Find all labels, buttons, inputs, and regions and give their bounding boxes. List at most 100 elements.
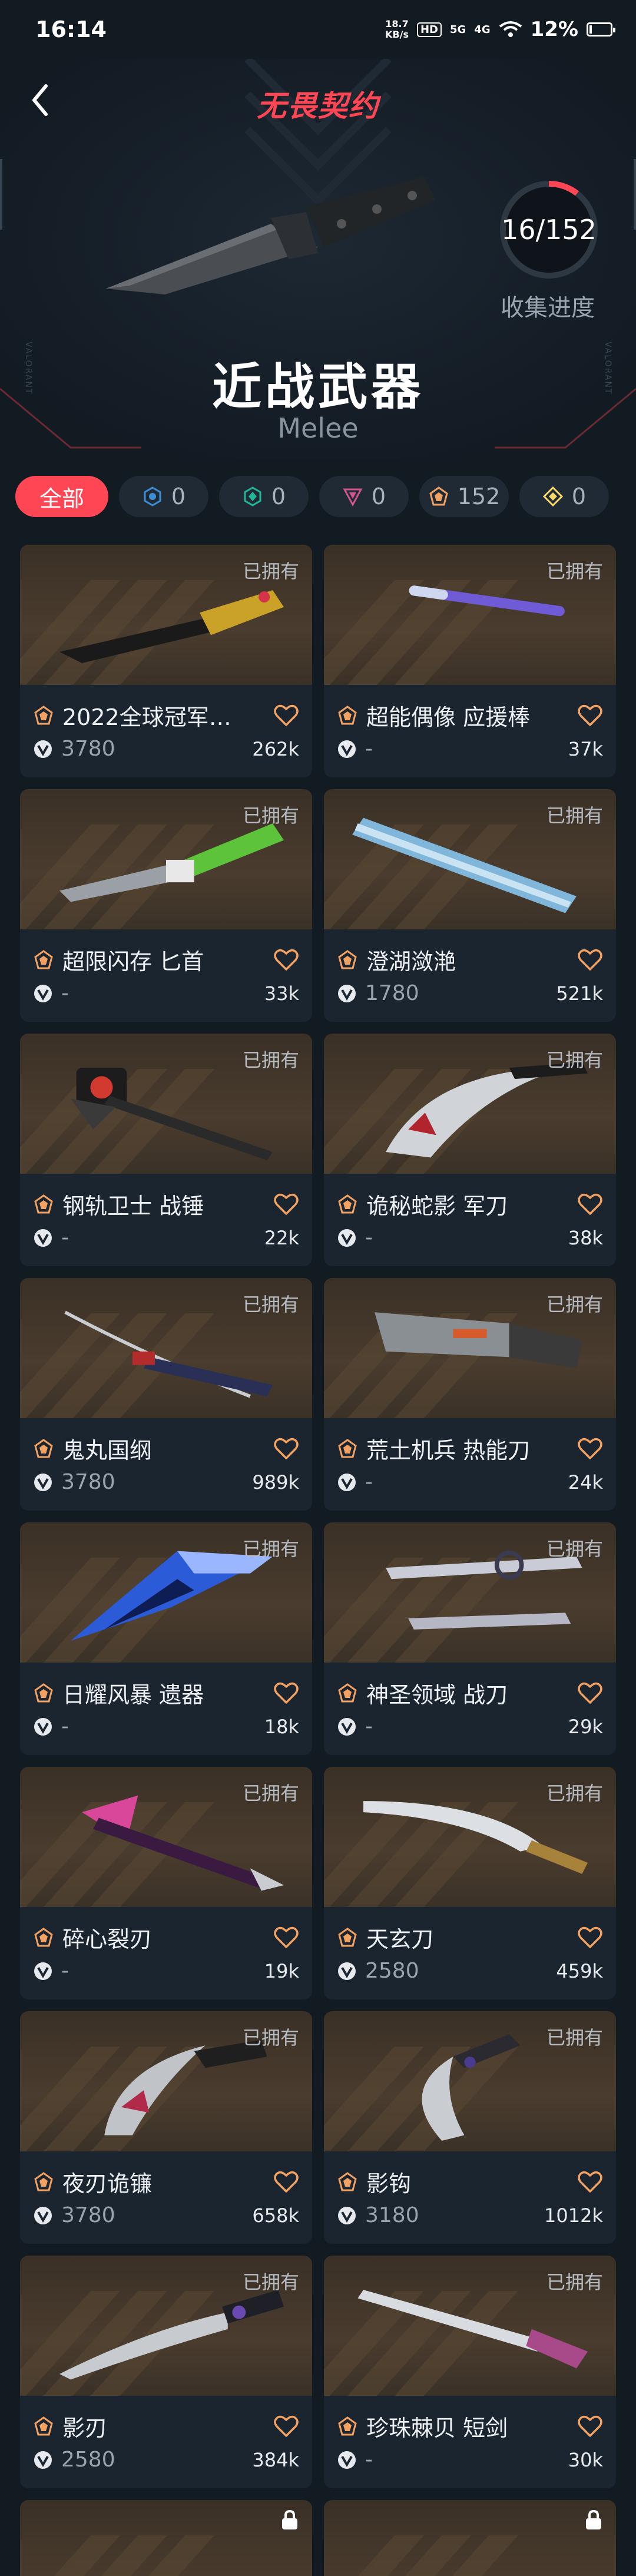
- heart-icon[interactable]: [577, 1193, 603, 1216]
- weapon-card[interactable]: 已拥有 超能偶像 应援棒 - 37k: [324, 545, 616, 777]
- weapon-price: -: [365, 2448, 373, 2472]
- heart-icon[interactable]: [273, 1193, 299, 1216]
- weapon-name: 夜刃诡镰: [62, 2171, 153, 2197]
- weapon-name: 神圣领域 战刀: [366, 1682, 508, 1708]
- weapon-price: -: [61, 1959, 69, 1983]
- heart-icon[interactable]: [577, 2170, 603, 2194]
- weapon-image: 已拥有: [20, 789, 312, 929]
- valorant-points-icon: [34, 2451, 52, 2469]
- exclusive-tier-icon: [34, 705, 53, 724]
- valorant-points-icon: [338, 1962, 356, 1980]
- owned-label: 已拥有: [242, 1049, 299, 1071]
- heart-icon[interactable]: [273, 1437, 299, 1461]
- weapon-name: 珍珠棘贝 短剑: [366, 2415, 508, 2441]
- owned-label: 已拥有: [546, 1049, 603, 1071]
- heart-icon[interactable]: [577, 1926, 603, 1949]
- weapon-card[interactable]: 已拥有 影钩 3180 1012k: [324, 2011, 616, 2244]
- weapon-card-locked[interactable]: [324, 2500, 616, 2576]
- lock-icon: [586, 2509, 601, 2529]
- owned-label: 已拥有: [242, 1538, 299, 1560]
- premium-tier-icon: [342, 486, 363, 507]
- heart-icon[interactable]: [273, 1926, 299, 1949]
- heart-icon[interactable]: [273, 2170, 299, 2194]
- owned-label: 已拥有: [242, 804, 299, 827]
- like-count: 384k: [252, 2448, 299, 2471]
- heart-icon[interactable]: [577, 704, 603, 727]
- heart-icon[interactable]: [273, 1681, 299, 1705]
- exclusive-tier-icon: [338, 1683, 357, 1702]
- battery-percent: 12%: [530, 18, 578, 41]
- exclusive-tier-icon: [34, 2171, 53, 2191]
- filter-chip-select-tier[interactable]: 0: [119, 476, 208, 517]
- weapon-price: -: [365, 1714, 373, 1739]
- exclusive-tier-icon: [338, 1438, 357, 1458]
- owned-label: 已拥有: [242, 2271, 299, 2293]
- weapon-name: 影刃: [62, 2415, 108, 2441]
- heart-icon[interactable]: [577, 1681, 603, 1705]
- weapon-card[interactable]: 已拥有 2022全球冠军… 3780 262k: [20, 545, 312, 777]
- valorant-points-icon: [338, 1717, 356, 1736]
- tier-filter-bar: 全部 0 0 0 152 0: [15, 476, 622, 517]
- filter-chip-label: 全部: [39, 485, 84, 512]
- like-count: 459k: [556, 1959, 603, 1982]
- filter-chip-all[interactable]: 全部: [15, 476, 108, 517]
- weapon-name: 超限闪存 匕首: [62, 949, 204, 975]
- owned-label: 已拥有: [546, 1293, 603, 1316]
- ultra-tier-icon: [542, 486, 564, 507]
- filter-chip-label: 0: [571, 484, 587, 509]
- weapon-card[interactable]: 已拥有 碎心裂刃 - 19k: [20, 1767, 312, 1999]
- weapon-name: 鬼丸国纲: [62, 1438, 153, 1464]
- network-speed-value: 18.7: [385, 18, 409, 29]
- owned-label: 已拥有: [546, 1538, 603, 1560]
- weapon-image: 已拥有: [324, 2011, 616, 2151]
- network-speed: 18.7 KB/s: [385, 19, 409, 40]
- heart-icon[interactable]: [577, 2415, 603, 2438]
- heart-icon[interactable]: [577, 948, 603, 972]
- weapon-price: 3780: [61, 2203, 115, 2227]
- heart-icon[interactable]: [273, 2415, 299, 2438]
- like-count: 658k: [252, 2204, 299, 2227]
- signal-5g-icon: 5G: [449, 23, 466, 36]
- heart-icon[interactable]: [273, 948, 299, 972]
- weapon-image: 已拥有: [20, 1278, 312, 1418]
- weapon-card[interactable]: 已拥有 澄湖潋滟 1780 521k: [324, 789, 616, 1022]
- filter-chip-premium-tier[interactable]: 0: [319, 476, 409, 517]
- like-count: 24k: [568, 1471, 603, 1494]
- heart-icon[interactable]: [577, 1437, 603, 1461]
- valorant-points-icon: [34, 1473, 52, 1491]
- weapon-card[interactable]: 已拥有 鬼丸国纲 3780 989k: [20, 1278, 312, 1511]
- hd-badge: HD: [416, 22, 442, 37]
- weapon-price: 1780: [365, 981, 419, 1005]
- weapon-card[interactable]: 已拥有 诡秘蛇影 军刀 - 38k: [324, 1034, 616, 1266]
- valorant-points-icon: [338, 1229, 356, 1247]
- weapon-image: 已拥有: [20, 1767, 312, 1907]
- weapon-card[interactable]: 已拥有 神圣领域 战刀 - 29k: [324, 1522, 616, 1755]
- heart-icon[interactable]: [273, 704, 299, 727]
- weapon-card[interactable]: 已拥有 天玄刀 2580 459k: [324, 1767, 616, 1999]
- weapon-image: 已拥有: [324, 2256, 616, 2396]
- weapon-card-locked[interactable]: [20, 2500, 312, 2576]
- weapon-image: 已拥有: [324, 545, 616, 685]
- exclusive-tier-icon: [338, 1194, 357, 1213]
- weapon-card[interactable]: 已拥有 荒土机兵 热能刀 - 24k: [324, 1278, 616, 1511]
- weapon-card[interactable]: 已拥有 夜刃诡镰 3780 658k: [20, 2011, 312, 2244]
- valorant-points-icon: [34, 1962, 52, 1980]
- like-count: 37k: [568, 737, 603, 760]
- owned-label: 已拥有: [546, 804, 603, 827]
- filter-chip-deluxe-tier[interactable]: 0: [219, 476, 309, 517]
- exclusive-tier-icon: [338, 2171, 357, 2191]
- weapon-card[interactable]: 已拥有 日耀风暴 遗器 - 18k: [20, 1522, 312, 1755]
- weapon-card[interactable]: 已拥有 珍珠棘贝 短剑 - 30k: [324, 2256, 616, 2488]
- weapon-card[interactable]: 已拥有 影刃 2580 384k: [20, 2256, 312, 2488]
- weapon-image: 已拥有: [324, 1522, 616, 1663]
- weapon-name: 超能偶像 应援棒: [366, 704, 531, 730]
- weapon-card[interactable]: 已拥有 钢轨卫士 战锤 - 22k: [20, 1034, 312, 1266]
- valorant-points-icon: [338, 984, 356, 1002]
- weapon-image: 已拥有: [20, 2256, 312, 2396]
- like-count: 22k: [264, 1226, 299, 1249]
- filter-chip-ultra-tier[interactable]: 0: [519, 476, 609, 517]
- weapon-card[interactable]: 已拥有 超限闪存 匕首 - 33k: [20, 789, 312, 1022]
- weapon-name: 碎心裂刃: [62, 1926, 153, 1952]
- valorant-points-icon: [34, 2206, 52, 2224]
- filter-chip-exclusive-tier[interactable]: 152: [419, 476, 509, 517]
